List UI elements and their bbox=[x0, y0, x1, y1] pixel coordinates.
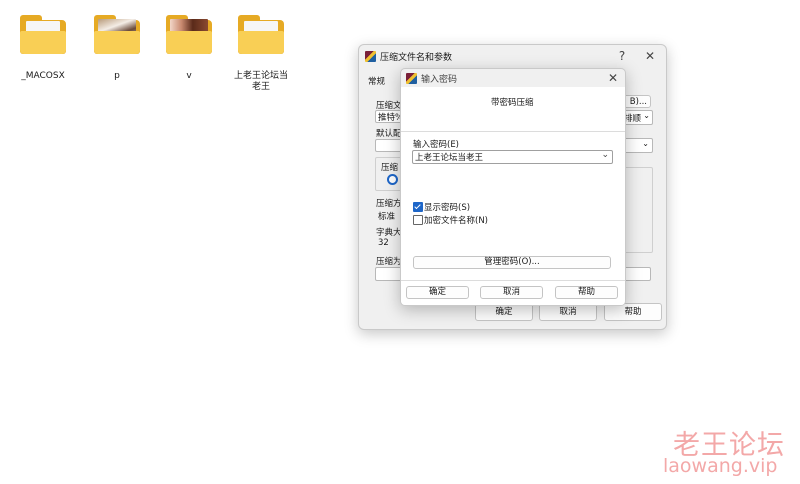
password-value: 上老王论坛当老王 bbox=[415, 153, 484, 163]
password-label: 输入密码(E) bbox=[413, 140, 460, 150]
show-password-checkbox[interactable] bbox=[413, 202, 423, 212]
chevron-down-icon: ⌄ bbox=[643, 111, 650, 120]
chevron-down-icon[interactable]: ⌄ bbox=[601, 150, 609, 160]
cancel-button[interactable]: 取消 bbox=[480, 286, 543, 299]
help-icon[interactable]: ? bbox=[615, 49, 629, 63]
format-radio[interactable] bbox=[387, 174, 398, 185]
tab-general[interactable]: 常规 bbox=[368, 75, 385, 87]
password-input[interactable]: 上老王论坛当老王 ⌄ bbox=[412, 150, 613, 164]
folder-icon bbox=[91, 12, 143, 56]
divider bbox=[401, 131, 625, 132]
encrypt-filenames-checkbox[interactable] bbox=[413, 215, 423, 225]
ok-button[interactable]: 确定 bbox=[406, 286, 469, 299]
close-icon[interactable]: ✕ bbox=[606, 71, 620, 85]
update-mode-value: 排顺 bbox=[624, 114, 642, 124]
password-title-bar[interactable]: 输入密码 ✕ bbox=[401, 69, 625, 87]
desktop-folder-macosx[interactable]: _MACOSX bbox=[12, 12, 74, 82]
show-password-label: 显示密码(S) bbox=[424, 203, 471, 213]
watermark-en: laowang.vip bbox=[663, 455, 778, 477]
password-heading: 带密码压缩 bbox=[491, 98, 534, 108]
desktop-folder-label: v bbox=[186, 71, 192, 81]
password-dialog-body bbox=[401, 87, 625, 305]
method-value[interactable]: 标准 bbox=[378, 210, 395, 222]
encrypt-filenames-label: 加密文件名称(N) bbox=[424, 216, 488, 226]
desktop-folder-v[interactable]: v bbox=[158, 12, 220, 82]
split-label: 压缩为 bbox=[376, 257, 402, 267]
title-bar[interactable]: 压缩文件名和参数 ? ✕ bbox=[359, 45, 666, 67]
folder-icon bbox=[163, 12, 215, 56]
winrar-app-icon bbox=[406, 73, 417, 84]
format-group-label: 压缩 bbox=[381, 163, 399, 173]
desktop-folder-laowang[interactable]: 上老王论坛当老王 bbox=[230, 12, 292, 93]
method-label: 压缩方 bbox=[376, 199, 402, 209]
desktop-folder-label: p bbox=[114, 71, 120, 81]
folder-icon bbox=[235, 12, 287, 56]
desktop-folder-label: 上老王论坛当老王 bbox=[233, 71, 288, 92]
desktop-folder-label: _MACOSX bbox=[21, 71, 65, 81]
dictionary-value[interactable]: 32 bbox=[378, 238, 389, 248]
default-profile-label: 默认配 bbox=[376, 129, 402, 139]
desktop-folder-p[interactable]: p bbox=[86, 12, 148, 82]
chevron-down-icon: ⌄ bbox=[642, 139, 649, 148]
password-dialog-title: 输入密码 bbox=[421, 75, 458, 85]
dictionary-label: 字典大 bbox=[376, 228, 402, 238]
divider bbox=[401, 280, 625, 281]
manage-passwords-button[interactable]: 管理密码(O)... bbox=[413, 256, 611, 269]
dialog-title: 压缩文件名和参数 bbox=[380, 53, 453, 63]
password-dialog: 输入密码 ✕ 带密码压缩 输入密码(E) 上老王论坛当老王 ⌄ 显示密码(S) … bbox=[400, 68, 626, 306]
folder-icon bbox=[17, 12, 69, 56]
winrar-app-icon bbox=[365, 51, 376, 62]
help-button[interactable]: 帮助 bbox=[555, 286, 618, 299]
close-icon[interactable]: ✕ bbox=[643, 49, 657, 63]
browse-button-label: B)... bbox=[629, 97, 647, 107]
